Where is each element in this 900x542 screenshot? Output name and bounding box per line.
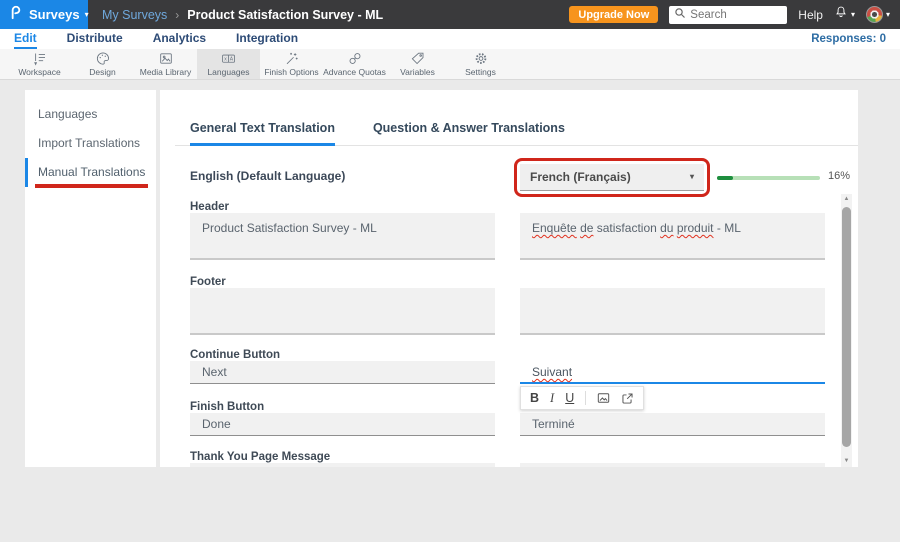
annotation-box: French (Français) ▾	[514, 158, 710, 197]
upgrade-now-button[interactable]: Upgrade Now	[569, 6, 658, 23]
chevron-down-icon: ▾	[851, 11, 855, 19]
sidebar-item-import-translations[interactable]: Import Translations	[25, 129, 156, 158]
header-translation-textarea[interactable]: Enquête de satisfaction du produit - ML	[520, 213, 825, 260]
tab-general-text-translation[interactable]: General Text Translation	[190, 117, 335, 146]
topbar-actions: Upgrade Now Help ▾ ▾	[569, 5, 900, 24]
global-search[interactable]	[669, 6, 787, 24]
toolbar-item-design[interactable]: Design	[71, 49, 134, 79]
header-field-label: Header	[190, 201, 229, 213]
toolbar-item-workspace[interactable]: Workspace	[8, 49, 71, 79]
source-language-label: English (Default Language)	[190, 169, 345, 183]
design-icon	[95, 51, 111, 66]
nav-item-analytics[interactable]: Analytics	[153, 29, 206, 49]
thank-you-source-input[interactable]	[190, 463, 495, 467]
product-name: Surveys	[29, 7, 80, 22]
top-bar: Surveys ▾ My Surveys › Product Satisfact…	[0, 0, 900, 29]
sidebar-item-languages[interactable]: Languages	[25, 100, 156, 129]
toolbar-item-advance-quotas[interactable]: Advance Quotas	[323, 49, 386, 79]
questionpro-logo-icon	[7, 4, 24, 26]
translations-sidebar: Languages Import Translations Manual Tra…	[25, 90, 156, 467]
nav-item-distribute[interactable]: Distribute	[67, 29, 123, 49]
breadcrumb-my-surveys[interactable]: My Surveys	[102, 8, 167, 22]
translation-tabs: General Text Translation Question & Answ…	[175, 117, 858, 146]
svg-text:A: A	[230, 57, 234, 63]
rich-text-toolbar: B I U	[520, 386, 644, 410]
user-avatar	[866, 6, 883, 23]
target-language-dropdown[interactable]: French (Français) ▾	[520, 164, 704, 191]
footer-field-label: Footer	[190, 276, 226, 288]
advance-quotas-icon	[347, 51, 363, 66]
continue-button-translation-input[interactable]: Suivant	[520, 361, 825, 384]
chevron-down-icon: ▾	[886, 11, 890, 19]
bell-icon	[834, 5, 848, 24]
toolbar-item-languages[interactable]: xA Languages	[197, 49, 260, 79]
insert-image-button[interactable]	[597, 392, 610, 404]
survey-toolbar: Workspace Design Media Library xA Langua…	[0, 49, 900, 80]
account-menu[interactable]: ▾	[866, 6, 890, 23]
finish-button-source-input[interactable]: Done	[190, 413, 495, 436]
languages-icon: xA	[220, 51, 237, 66]
scrollbar-thumb[interactable]	[842, 207, 851, 447]
toolbar-item-settings[interactable]: Settings	[449, 49, 512, 79]
footer-translation-textarea[interactable]	[520, 288, 825, 335]
translation-progress-bar	[717, 176, 820, 180]
vertical-scrollbar[interactable]: ▲ ▼	[841, 194, 852, 467]
thank-you-translation-input[interactable]	[520, 463, 825, 467]
insert-link-button[interactable]	[621, 392, 634, 405]
workspace-icon	[32, 51, 48, 66]
translation-progress-percent: 16%	[828, 170, 850, 182]
help-link[interactable]: Help	[798, 8, 823, 22]
breadcrumb-separator: ›	[175, 8, 179, 22]
thank-you-field-label: Thank You Page Message	[190, 451, 330, 463]
svg-text:x: x	[224, 57, 227, 63]
toolbar-item-media-library[interactable]: Media Library	[134, 49, 197, 79]
bold-button[interactable]: B	[530, 391, 539, 405]
underline-button[interactable]: U	[565, 391, 574, 405]
continue-button-field-label: Continue Button	[190, 349, 280, 361]
scroll-down-arrow-icon[interactable]: ▼	[841, 458, 852, 464]
notifications-menu[interactable]: ▾	[834, 5, 855, 24]
sidebar-item-manual-translations[interactable]: Manual Translations	[25, 158, 156, 187]
italic-button[interactable]: I	[550, 391, 554, 406]
variables-icon	[410, 51, 426, 66]
translation-progress-fill	[717, 176, 733, 180]
toolbar-divider	[585, 391, 586, 405]
scroll-up-arrow-icon[interactable]: ▲	[841, 196, 852, 202]
continue-button-source-input[interactable]: Next	[190, 361, 495, 384]
toolbar-item-variables[interactable]: Variables	[386, 49, 449, 79]
chevron-down-icon: ▾	[85, 11, 89, 19]
survey-title: Product Satisfaction Survey - ML	[187, 8, 383, 22]
nav-item-integration[interactable]: Integration	[236, 29, 298, 49]
chevron-down-icon: ▾	[690, 173, 694, 181]
nav-item-edit[interactable]: Edit	[14, 29, 37, 49]
tab-question-answer-translations[interactable]: Question & Answer Translations	[373, 117, 565, 146]
finish-button-translation-input[interactable]: Terminé	[520, 413, 825, 436]
responses-count[interactable]: Responses: 0	[811, 33, 886, 45]
search-icon	[674, 6, 686, 24]
product-switcher[interactable]: Surveys ▾	[0, 0, 88, 29]
manual-translations-panel: General Text Translation Question & Answ…	[160, 90, 858, 467]
settings-icon	[473, 51, 489, 66]
media-library-icon	[158, 51, 174, 66]
footer-source-textarea[interactable]	[190, 288, 495, 335]
header-source-textarea[interactable]: Product Satisfaction Survey - ML	[190, 213, 495, 260]
primary-nav: Edit Distribute Analytics Integration Re…	[0, 29, 900, 49]
finish-options-icon	[284, 51, 300, 66]
finish-button-field-label: Finish Button	[190, 401, 264, 413]
target-language-value: French (Français)	[530, 170, 631, 184]
breadcrumb: My Surveys › Product Satisfaction Survey…	[102, 8, 383, 22]
global-search-input[interactable]	[690, 9, 778, 21]
toolbar-item-finish-options[interactable]: Finish Options	[260, 49, 323, 79]
